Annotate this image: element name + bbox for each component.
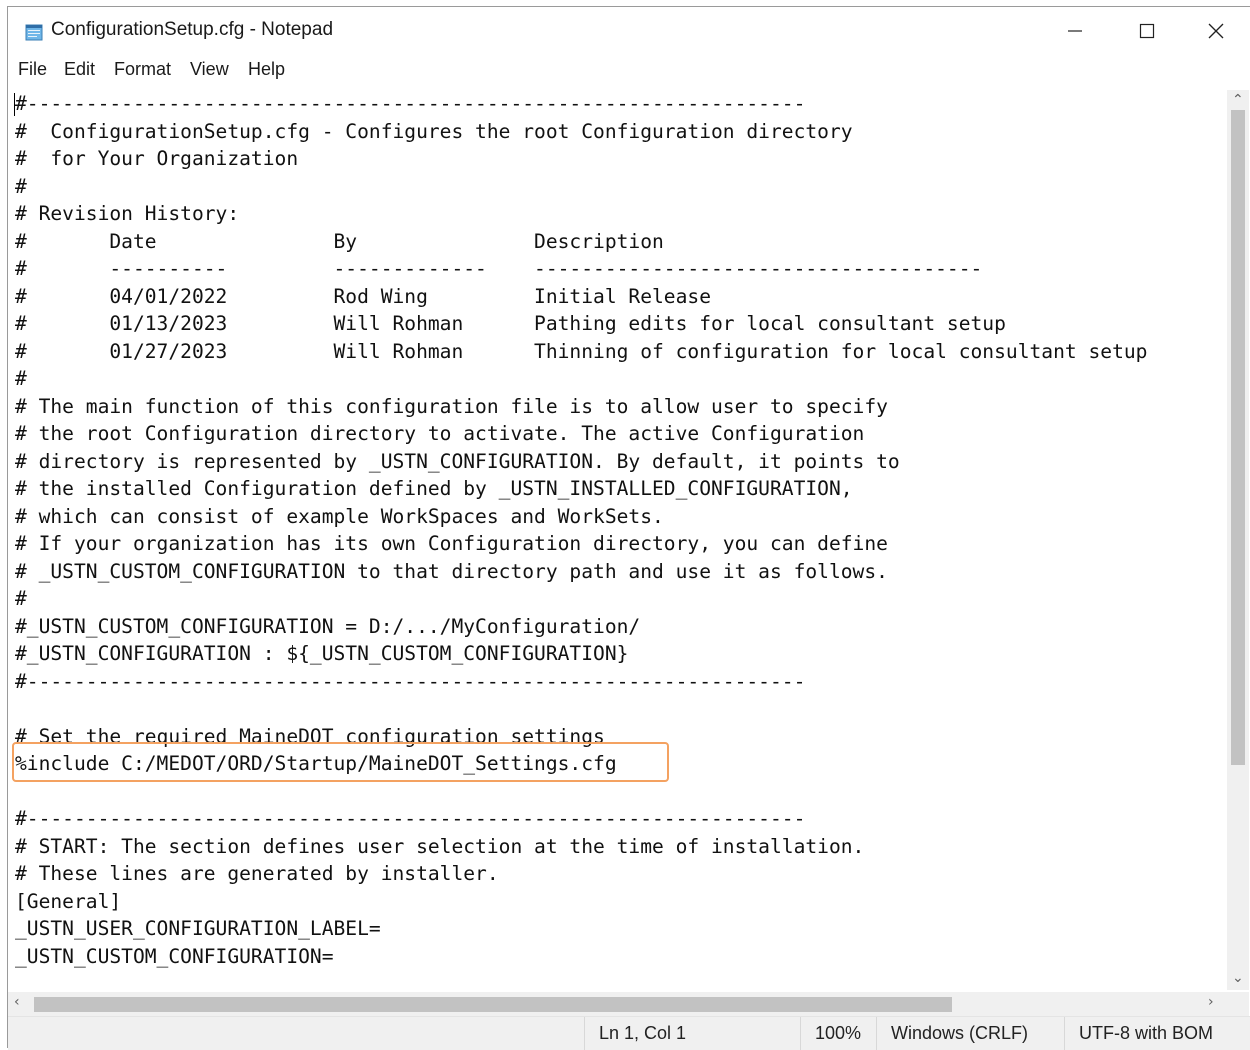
include-line-highlight (12, 742, 669, 782)
editor-line: #_USTN_CONFIGURATION : ${_USTN_CUSTOM_CO… (15, 642, 629, 665)
editor-line: # the installed Configuration defined by… (15, 477, 853, 500)
menu-bar: File Edit Format View Help (8, 57, 1250, 85)
editor-line: # the root Configuration directory to ac… (15, 422, 865, 445)
editor-line: # 04/01/2022 Rod Wing Initial Release (15, 285, 711, 308)
editor-line: # (15, 175, 27, 198)
scroll-down-icon[interactable]: ⌄ (1232, 970, 1244, 986)
editor-line: # Date By Description (15, 230, 664, 253)
minimize-icon (1068, 30, 1082, 32)
editor-line: # (15, 587, 27, 610)
notepad-window: ConfigurationSetup.cfg - Notepad File Ed… (7, 6, 1250, 1050)
close-icon (1208, 23, 1224, 39)
vertical-scrollbar[interactable]: ⌃ ⌄ (1227, 90, 1249, 990)
menu-help[interactable]: Help (248, 59, 285, 80)
editor-line: # _USTN_CUSTOM_CONFIGURATION to that dir… (15, 560, 888, 583)
window-title: ConfigurationSetup.cfg - Notepad (51, 19, 334, 40)
cursor-position: Ln 1, Col 1 (584, 1017, 800, 1050)
scroll-up-icon[interactable]: ⌃ (1232, 92, 1244, 108)
editor-line: # These lines are generated by installer… (15, 862, 499, 885)
scrollbar-corner (1227, 992, 1249, 1016)
editor-line: # directory is represented by _USTN_CONF… (15, 450, 900, 473)
close-button[interactable] (1180, 7, 1250, 55)
editor-line: # If your organization has its own Confi… (15, 532, 888, 555)
editor-line: # The main function of this configuratio… (15, 395, 888, 418)
editor-line: #---------------------------------------… (15, 670, 806, 693)
horizontal-scroll-thumb[interactable] (34, 997, 952, 1012)
title-bar[interactable]: ConfigurationSetup.cfg - Notepad (8, 7, 1250, 55)
status-bar: Ln 1, Col 1 100% Windows (CRLF) UTF-8 wi… (8, 1016, 1250, 1050)
editor-line: # 01/27/2023 Will Rohman Thinning of con… (15, 340, 1148, 363)
encoding: UTF-8 with BOM (1064, 1017, 1250, 1050)
zoom-level: 100% (800, 1017, 876, 1050)
horizontal-scrollbar[interactable]: ‹ › (8, 992, 1227, 1016)
editor-line: # (15, 367, 27, 390)
editor-line: _USTN_USER_CONFIGURATION_LABEL= (15, 917, 381, 940)
line-endings: Windows (CRLF) (876, 1017, 1064, 1050)
scroll-left-icon[interactable]: ‹ (14, 994, 20, 1010)
menu-view[interactable]: View (190, 59, 229, 80)
vertical-scroll-thumb[interactable] (1231, 110, 1245, 765)
menu-format[interactable]: Format (114, 59, 171, 80)
maximize-button[interactable] (1111, 7, 1183, 55)
editor-line: _USTN_CUSTOM_CONFIGURATION= (15, 945, 334, 968)
editor-line: # for Your Organization (15, 147, 299, 170)
menu-edit[interactable]: Edit (64, 59, 95, 80)
editor-line: # 01/13/2023 Will Rohman Pathing edits f… (15, 312, 1006, 335)
editor-line: # ---------- ------------- -------------… (15, 257, 983, 280)
editor-line: #_USTN_CUSTOM_CONFIGURATION = D:/.../MyC… (15, 615, 641, 638)
editor-line: # START: The section defines user select… (15, 835, 865, 858)
editor-line: # which can consist of example WorkSpace… (15, 505, 664, 528)
editor-line: #---------------------------------------… (15, 807, 806, 830)
text-editor[interactable]: #---------------------------------------… (8, 90, 1226, 992)
maximize-icon (1139, 23, 1155, 39)
scroll-right-icon[interactable]: › (1208, 994, 1214, 1010)
notepad-icon (25, 24, 43, 41)
minimize-button[interactable] (1039, 7, 1111, 55)
editor-line: [General] (15, 890, 122, 913)
editor-line: # Revision History: (15, 202, 240, 225)
menu-file[interactable]: File (18, 59, 47, 80)
editor-line: # ConfigurationSetup.cfg - Configures th… (15, 120, 853, 143)
editor-line: #---------------------------------------… (15, 92, 806, 115)
